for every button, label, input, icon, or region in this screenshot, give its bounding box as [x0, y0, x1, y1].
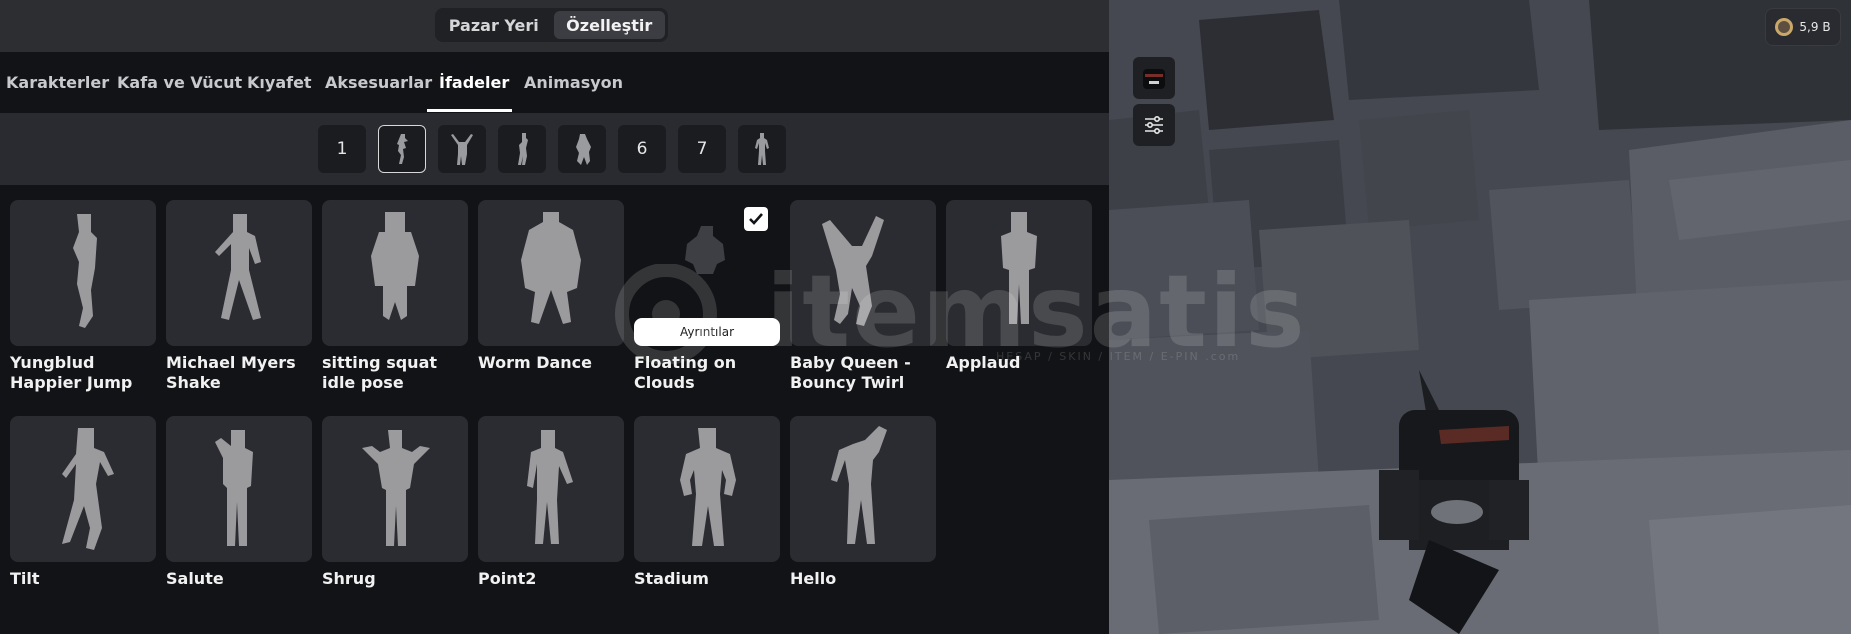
emote-figure-icon — [822, 216, 884, 326]
emote-thumbnail — [322, 416, 468, 562]
emote-title: Point2 — [478, 569, 537, 588]
active-tab-underline — [427, 109, 512, 112]
emote-thumbnail — [634, 416, 780, 562]
emote-title: Worm Dance — [478, 353, 593, 372]
emote-figure-icon — [831, 426, 887, 544]
tab-characters[interactable]: Karakterler — [6, 52, 109, 113]
tab-customize[interactable]: Özelleştir — [553, 11, 665, 39]
robux-icon — [1775, 18, 1794, 36]
emote-thumbnail — [790, 200, 936, 346]
emote-figure-icon — [527, 430, 573, 544]
slot-7[interactable]: 7 — [678, 125, 726, 173]
emote-title: Yungblud Happier Jump — [10, 353, 133, 392]
emote-thumbnail — [166, 416, 312, 562]
emote-title: Shrug — [322, 569, 376, 588]
slot-3[interactable] — [438, 125, 486, 173]
emote-thumbnail — [322, 200, 468, 346]
tab-marketplace[interactable]: Pazar Yeri — [438, 11, 550, 39]
tab-animation[interactable]: Animasyon — [524, 52, 623, 113]
view-settings-button[interactable] — [1133, 104, 1175, 146]
emote-title: Salute — [166, 569, 224, 588]
emote-thumbnail — [478, 200, 624, 346]
emote-figure-icon — [73, 214, 97, 328]
avatar-headshot-button[interactable] — [1133, 57, 1175, 99]
emote-figure-icon — [362, 430, 430, 546]
emote-thumbnail — [478, 416, 624, 562]
sliders-icon — [1145, 115, 1163, 135]
emote-slots: 1 6 7 — [0, 113, 1109, 185]
top-bar: Pazar Yeri Özelleştir — [0, 0, 1109, 52]
details-button[interactable]: Ayrıntılar — [634, 318, 780, 346]
emote-thumbnail — [10, 200, 156, 346]
emote-figure-icon — [371, 212, 419, 320]
avatar-editor: Pazar Yeri Özelleştir Karakterler Kafa v… — [0, 0, 1851, 634]
emote-pose-icon — [397, 134, 408, 164]
emote-thumbnail — [166, 200, 312, 346]
emote-title: Hello — [790, 569, 837, 588]
tab-head-body[interactable]: Kafa ve Vücut — [117, 52, 242, 113]
emote-figure-icon — [1001, 212, 1037, 324]
mode-switch: Pazar Yeri Özelleştir — [435, 8, 668, 42]
slot-8[interactable] — [738, 125, 786, 173]
tab-accessories[interactable]: Aksesuarlar — [325, 52, 432, 113]
avatar-3d-viewport[interactable] — [1109, 0, 1851, 634]
emote-figure-icon — [62, 428, 114, 550]
currency-balance[interactable]: 5,9 B — [1765, 8, 1841, 46]
emote-pose-icon — [576, 134, 591, 165]
emote-title: sitting squat idle pose — [322, 353, 438, 392]
emote-title: Baby Queen - Bouncy Twirl — [790, 353, 911, 392]
selected-check-icon[interactable] — [744, 207, 768, 231]
emote-figure-icon — [215, 214, 261, 320]
emote-figure-icon — [215, 430, 253, 546]
emote-pose-icon — [451, 134, 473, 165]
slot-5[interactable] — [558, 125, 606, 173]
slot-6[interactable]: 6 — [618, 125, 666, 173]
emote-thumbnail — [790, 416, 936, 562]
emote-thumbnail — [10, 416, 156, 562]
emote-figure-icon — [680, 428, 736, 546]
slot-1[interactable]: 1 — [318, 125, 366, 173]
emote-title: Tilt — [10, 569, 40, 588]
emote-title: Floating on Clouds — [634, 353, 737, 392]
tab-emotes[interactable]: İfadeler — [439, 52, 509, 113]
avatar-thumbnail-icon — [1143, 69, 1165, 89]
tab-clothing[interactable]: Kıyafet — [247, 52, 312, 113]
avatar-figure — [1379, 370, 1529, 634]
slot-4[interactable] — [498, 125, 546, 173]
emote-pose-icon — [755, 133, 769, 165]
currency-amount: 5,9 B — [1799, 20, 1831, 34]
emote-figure-icon — [521, 212, 581, 324]
emote-title: Michael Myers Shake — [166, 353, 296, 392]
slot-2[interactable] — [378, 125, 426, 173]
emote-title: Applaud — [946, 353, 1021, 372]
emote-grid: Yungblud Happier Jump Michael Myers Shak… — [0, 185, 1109, 634]
emote-title: Stadium — [634, 569, 709, 588]
category-tabs: Karakterler Kafa ve Vücut Kıyafet Aksesu… — [0, 52, 1109, 113]
emote-thumbnail — [946, 200, 1092, 346]
emote-pose-icon — [518, 133, 528, 165]
